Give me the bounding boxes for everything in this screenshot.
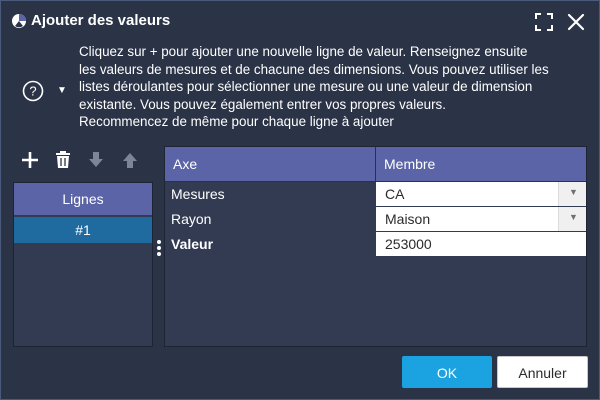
- title-bar: Ajouter des valeurs: [1, 1, 599, 41]
- app-logo-icon: [12, 14, 26, 28]
- column-header-axe: Axe: [173, 156, 198, 172]
- row-label-mesures: Mesures: [171, 186, 225, 202]
- column-header-membre: Membre: [384, 156, 436, 172]
- instruction-line: les valeurs de mesures et de chacune des…: [79, 61, 549, 77]
- expand-icon[interactable]: [533, 11, 555, 33]
- rayon-select[interactable]: Maison ▼: [376, 207, 586, 231]
- instruction-line: Cliquez sur + pour ajouter une nouvelle …: [79, 44, 528, 59]
- row-label-rayon: Rayon: [171, 211, 212, 227]
- mesures-select[interactable]: CA ▼: [376, 182, 586, 206]
- close-icon[interactable]: [565, 11, 587, 33]
- caret-down-icon[interactable]: ▼: [57, 85, 67, 96]
- grid-header: Axe Membre: [165, 147, 586, 182]
- row-label-valeur: Valeur: [171, 236, 214, 252]
- rayon-select-value: Maison: [385, 211, 431, 227]
- arrow-up-icon[interactable]: [119, 149, 141, 171]
- instructions-text: Cliquez sur + pour ajouter une nouvelle …: [79, 43, 593, 131]
- dialog-title: Ajouter des valeurs: [31, 12, 171, 29]
- trash-icon[interactable]: [52, 149, 74, 171]
- values-grid: Axe Membre Mesures CA ▼ Rayon Maison ▼ V…: [164, 146, 587, 347]
- dropdown-arrow-icon[interactable]: ▼: [558, 207, 586, 231]
- cancel-button[interactable]: Annuler: [497, 356, 588, 388]
- add-values-dialog: Ajouter des valeurs ? ▼ Cliquez sur + po…: [0, 0, 600, 400]
- lines-toolbar: [13, 149, 153, 173]
- line-item[interactable]: #1: [14, 217, 152, 243]
- plus-icon[interactable]: [19, 149, 41, 171]
- drag-handle-icon[interactable]: [156, 239, 162, 257]
- instruction-line: existante. Vous pouvez également entrer …: [79, 96, 446, 112]
- mesures-select-value: CA: [385, 186, 405, 202]
- arrow-down-icon[interactable]: [85, 149, 107, 171]
- lines-header: Lignes: [14, 183, 152, 215]
- instruction-line: Recommencez de même pour chaque ligne à …: [79, 114, 394, 129]
- instruction-line: listes déroulantes pour sélectionner une…: [79, 79, 533, 94]
- dropdown-arrow-icon[interactable]: ▼: [558, 182, 586, 206]
- column-divider: [375, 147, 376, 181]
- help-circle-icon[interactable]: ?: [22, 80, 44, 102]
- svg-text:?: ?: [29, 84, 36, 99]
- ok-button[interactable]: OK: [402, 356, 492, 388]
- lines-panel: Lignes #1: [13, 182, 153, 347]
- valeur-input[interactable]: [376, 232, 586, 256]
